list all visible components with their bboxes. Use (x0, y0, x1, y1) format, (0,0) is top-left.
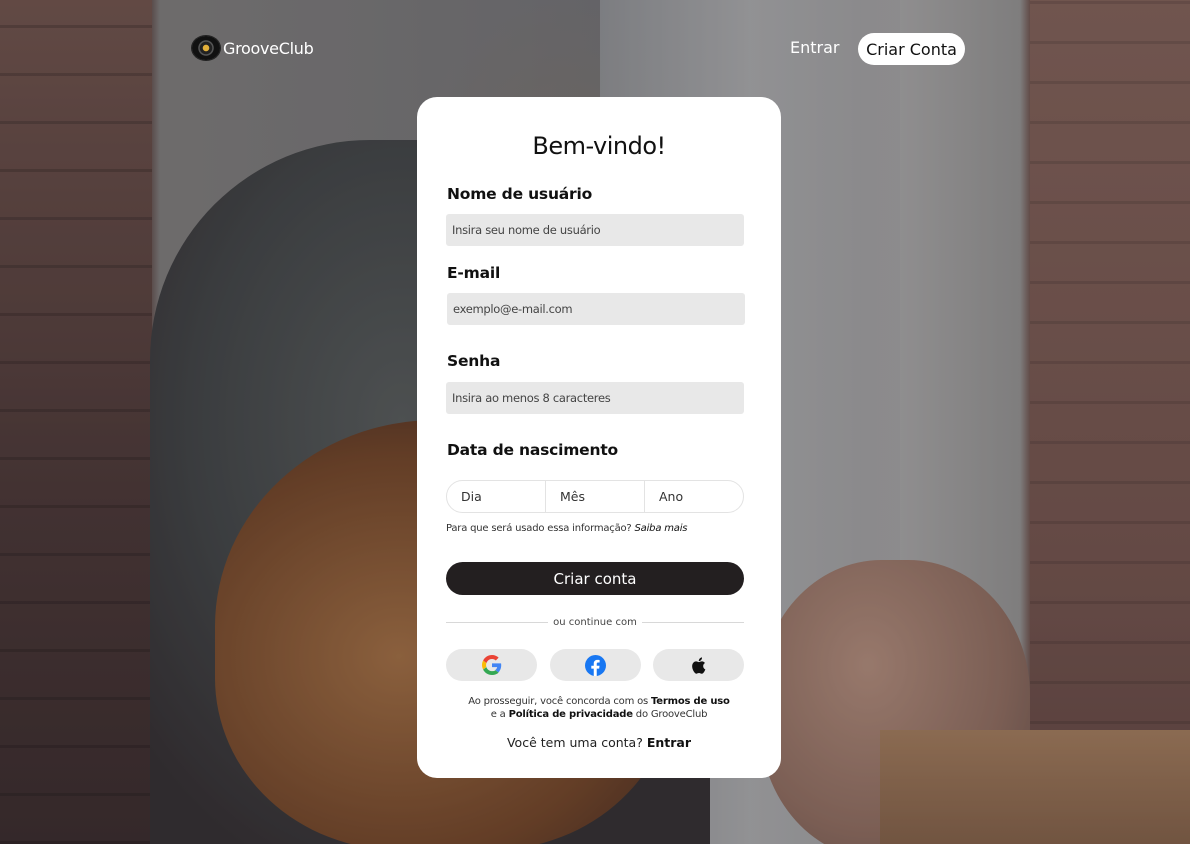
learn-more-link[interactable]: Saiba mais (635, 523, 688, 534)
birthdate-label: Data de nascimento (447, 441, 618, 459)
create-account-button[interactable]: Criar conta (446, 562, 744, 595)
brand-name: GrooveClub (223, 38, 314, 58)
terms-text-3: do GrooveClub (635, 709, 708, 720)
facebook-icon (584, 654, 606, 676)
google-icon (481, 655, 501, 675)
brand-logo[interactable]: GrooveClub (192, 36, 314, 60)
birthdate-month-field[interactable]: Mês (546, 481, 645, 512)
birthdate-day-field[interactable]: Dia (447, 481, 546, 512)
login-prompt: Você tem uma conta? Entrar (417, 735, 781, 750)
password-label: Senha (447, 352, 501, 370)
social-divider: ou continue com (446, 614, 744, 630)
username-field[interactable]: Insira seu nome de usuário (446, 214, 744, 246)
divider-text: ou continue com (553, 616, 637, 628)
signup-card: Bem-vindo! Nome de usuário Insira seu no… (417, 97, 781, 778)
apple-login-button[interactable] (653, 649, 744, 681)
login-prompt-text: Você tem uma conta? (506, 735, 643, 750)
privacy-policy-link[interactable]: Política de privacidade (509, 709, 633, 720)
birthdate-help: Para que será usado essa informação? Sai… (446, 523, 688, 534)
login-link[interactable]: Entrar (647, 735, 691, 750)
social-login-buttons (446, 649, 744, 681)
email-field[interactable]: exemplo@e-mail.com (447, 293, 745, 325)
birthdate-input-group: Dia Mês Ano (446, 480, 744, 513)
divider-line (446, 621, 549, 623)
nav-login-link[interactable]: Entrar (790, 38, 839, 57)
terms-notice: Ao prosseguir, você concorda com os Term… (417, 695, 781, 721)
username-label: Nome de usuário (447, 185, 593, 203)
facebook-login-button[interactable] (549, 649, 641, 681)
divider-line (641, 621, 744, 623)
password-field[interactable]: Insira ao menos 8 caracteres (446, 382, 744, 414)
form-title: Bem-vindo! (532, 132, 666, 160)
apple-icon (692, 656, 706, 674)
vinyl-record-icon (192, 36, 220, 60)
birthdate-help-text: Para que será usado essa informação? (446, 523, 632, 534)
terms-of-use-link[interactable]: Termos de uso (651, 696, 730, 707)
birthdate-year-field[interactable]: Ano (645, 481, 743, 512)
terms-text: Ao prosseguir, você concorda com os (468, 696, 649, 707)
google-login-button[interactable] (446, 649, 537, 681)
nav-signup-button[interactable]: Criar Conta (858, 33, 965, 65)
top-header: GrooveClub Entrar Criar Conta (0, 0, 1190, 100)
email-label: E-mail (447, 264, 501, 282)
terms-text-2: e a (490, 709, 506, 720)
